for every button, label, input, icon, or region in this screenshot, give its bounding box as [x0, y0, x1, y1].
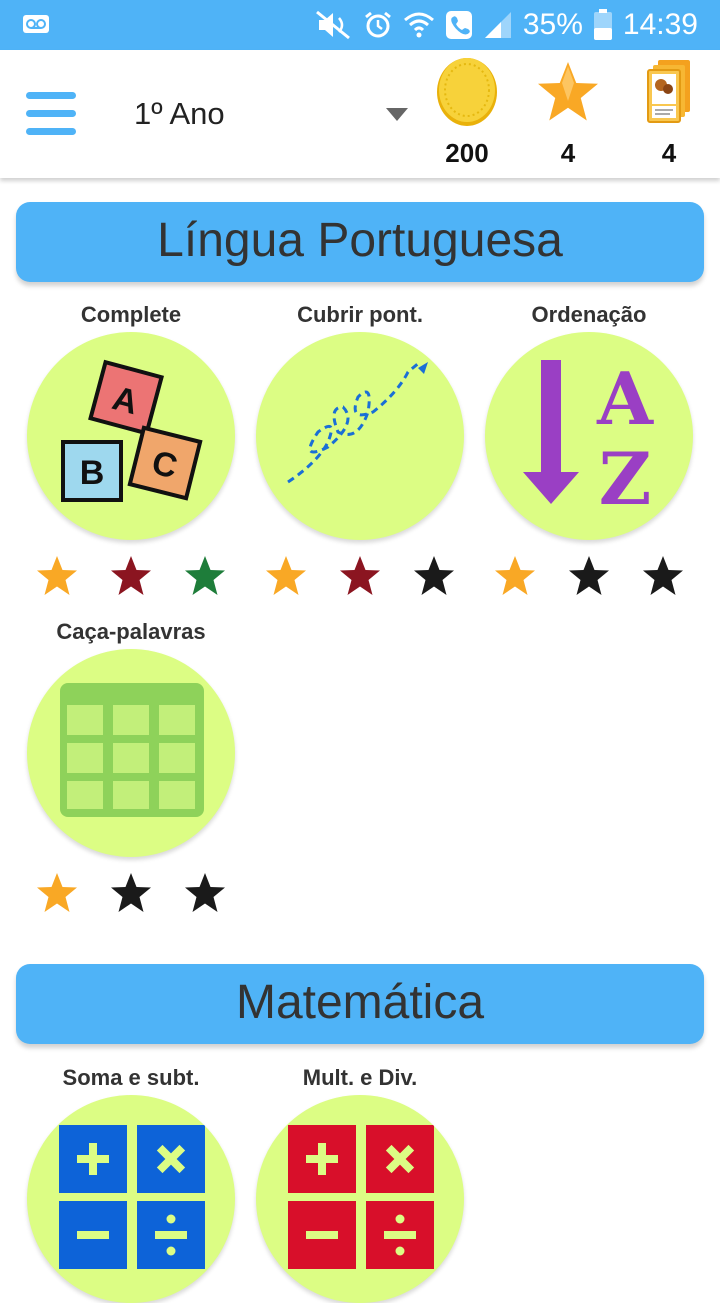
- activity-label: Soma e subt.: [62, 1065, 200, 1090]
- activity-mult-div[interactable]: Mult. e Div.: [255, 1061, 465, 1303]
- svg-text:B: B: [80, 454, 105, 492]
- call-icon: [445, 11, 472, 39]
- activity-soma-subt[interactable]: Soma e subt.: [26, 1061, 236, 1303]
- battery-percent: 35%: [522, 8, 583, 41]
- activity-stars: [31, 871, 231, 915]
- activity-stars: [260, 554, 460, 598]
- activity-complete[interactable]: Complete A B C: [26, 298, 236, 598]
- star-green-icon: [183, 554, 227, 598]
- alarm-icon: [364, 11, 391, 38]
- wifi-icon: [403, 12, 434, 38]
- svg-text:A: A: [596, 356, 654, 441]
- coins-count: 200: [445, 138, 489, 168]
- star-icon: [538, 62, 598, 121]
- cards-counter: 4: [629, 56, 709, 169]
- star-red-icon: [109, 554, 153, 598]
- signal-icon: [484, 12, 511, 38]
- section-header-portuguese: Língua Portuguesa: [16, 202, 704, 282]
- activity-cubrir[interactable]: Cubrir pont.: [255, 298, 465, 598]
- svg-text:Z: Z: [599, 436, 652, 521]
- activity-label: Caça-palavras: [56, 619, 206, 644]
- star-gold-icon: [264, 554, 308, 598]
- activity-button-cubrir[interactable]: [256, 332, 464, 540]
- math-red-icon: [288, 1125, 434, 1269]
- cards-icon: [647, 60, 690, 123]
- dotted-trace-icon: [287, 360, 428, 484]
- activity-button-mult-div[interactable]: [256, 1095, 464, 1303]
- star-red-icon: [338, 554, 382, 598]
- coin-icon: [437, 58, 497, 126]
- star-black-icon: [109, 871, 153, 915]
- battery-icon: [593, 9, 612, 40]
- activity-ordenacao[interactable]: Ordenação A Z: [484, 298, 694, 598]
- sort-az-icon: A Z: [523, 356, 654, 521]
- activity-button-complete[interactable]: A B C: [27, 332, 235, 540]
- activity-label: Complete: [80, 302, 182, 327]
- chevron-down-icon[interactable]: [386, 108, 408, 122]
- mute-icon: [315, 10, 350, 40]
- stars-count: 4: [560, 138, 576, 168]
- activity-label: Cubrir pont.: [297, 302, 423, 327]
- voicemail-icon: [23, 15, 49, 33]
- star-black-icon: [183, 871, 227, 915]
- grade-selector[interactable]: 1º Ano: [134, 96, 225, 132]
- star-gold-icon: [35, 554, 79, 598]
- star-black-icon: [412, 554, 456, 598]
- star-gold-icon: [35, 871, 79, 915]
- activity-label: Mult. e Div.: [302, 1065, 418, 1090]
- star-gold-icon: [493, 554, 537, 598]
- app-bar: 1º Ano 200 4 4: [0, 50, 720, 178]
- status-bar: 35% 14:39: [0, 0, 720, 50]
- activity-stars: [489, 554, 689, 598]
- star-black-icon: [567, 554, 611, 598]
- activity-label: Ordenação: [531, 302, 647, 327]
- activity-button-ordenacao[interactable]: A Z: [485, 332, 693, 540]
- clock: 14:39: [622, 8, 698, 41]
- activity-button-caca-palavras[interactable]: [27, 649, 235, 857]
- math-blue-icon: [59, 1125, 205, 1269]
- stars-counter: 4: [528, 56, 608, 169]
- coins-counter: 200: [427, 56, 507, 169]
- star-black-icon: [641, 554, 685, 598]
- activity-caca-palavras[interactable]: Caça-palavras: [26, 615, 236, 915]
- menu-icon[interactable]: [26, 90, 76, 138]
- section-header-mathematics: Matemática: [16, 964, 704, 1044]
- activity-stars: [31, 554, 231, 598]
- activity-button-soma-subt[interactable]: [27, 1095, 235, 1303]
- word-grid-icon: [60, 683, 204, 817]
- abc-blocks-icon: A B C: [61, 359, 203, 502]
- cards-count: 4: [661, 138, 677, 168]
